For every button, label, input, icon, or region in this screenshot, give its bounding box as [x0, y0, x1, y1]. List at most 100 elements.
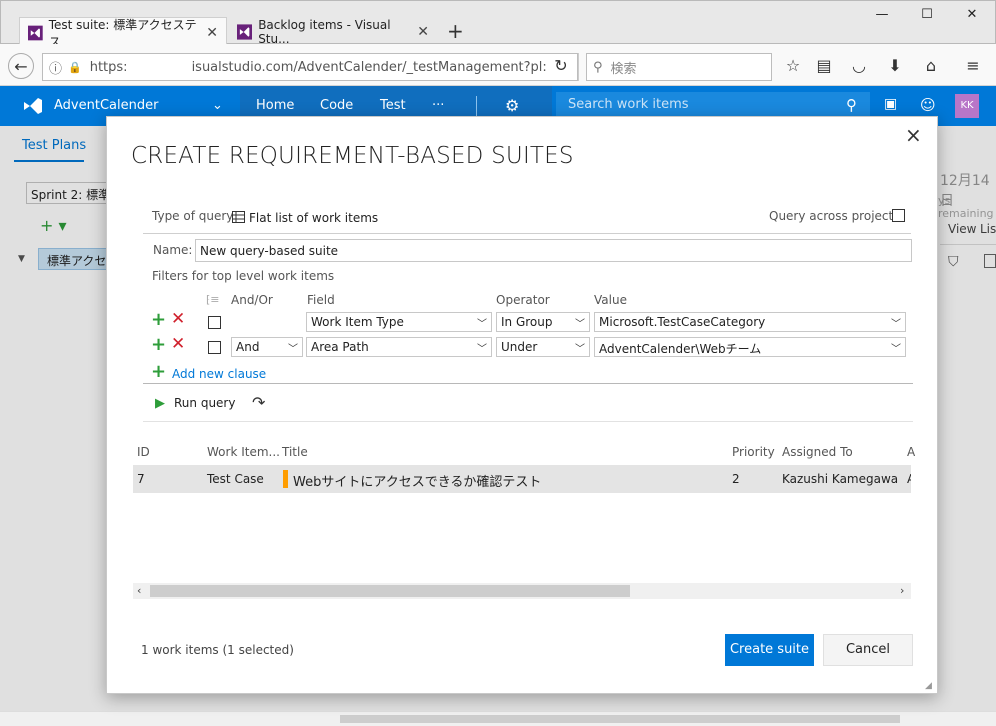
url-bar[interactable]: ⓘ 🔒 https: isualstudio.com/AdventCalende…	[42, 53, 579, 81]
close-icon[interactable]: ✕	[417, 24, 429, 40]
scrollbar-thumb[interactable]	[340, 715, 900, 723]
nav-more[interactable]: ···	[432, 98, 444, 113]
menu-icon[interactable]: ≡	[960, 53, 986, 79]
chevron-down-icon: ﹀	[288, 344, 298, 355]
close-icon[interactable]: ✕	[206, 25, 218, 41]
column-header-assigned-to[interactable]: Assigned To	[782, 445, 853, 459]
row-extra: A	[907, 472, 911, 486]
nav-code[interactable]: Code	[320, 98, 353, 113]
browser-titlebar: Test suite: 標準アクセステス... ✕ Backlog items …	[0, 0, 996, 49]
operator-select[interactable]: In Group ﹀	[496, 312, 590, 332]
chevron-down-icon: ﹀	[891, 344, 901, 355]
resize-grip-icon[interactable]: ◢	[925, 681, 932, 691]
chevron-down-icon[interactable]: ⌄	[212, 98, 223, 113]
clause-checkbox[interactable]	[208, 316, 221, 329]
redo-icon[interactable]: ↷	[252, 393, 265, 412]
smiley-icon[interactable]: ☺	[920, 96, 936, 114]
chevron-down-icon: ﹀	[575, 344, 585, 355]
test-case-color-bar	[283, 470, 288, 488]
visual-studio-icon	[237, 24, 253, 40]
table-row[interactable]: 7 Test Case Webサイトにアクセスできるか確認テスト 2 Kazus…	[133, 465, 911, 493]
flat-list-icon	[232, 211, 245, 226]
row-id: 7	[137, 472, 145, 486]
add-clause-icon[interactable]: +	[151, 309, 166, 330]
run-query-button[interactable]: Run query	[174, 396, 235, 410]
create-suites-dialog: × CREATE REQUIREMENT-BASED SUITES Type o…	[106, 116, 938, 694]
suite-name-input[interactable]	[195, 239, 912, 262]
scroll-left-icon[interactable]: ‹	[137, 584, 141, 597]
value-select[interactable]: Microsoft.TestCaseCategory ﹀	[594, 312, 906, 332]
group-clauses-icon[interactable]: ⁅≡	[206, 293, 220, 306]
home-icon[interactable]: ⌂	[918, 53, 944, 79]
query-type-label: Type of query	[152, 209, 234, 223]
bookmark-star-icon[interactable]: ☆	[780, 53, 806, 79]
reading-list-icon[interactable]: ▤	[811, 53, 837, 79]
query-across-checkbox[interactable]	[892, 209, 905, 222]
nav-home[interactable]: Home	[256, 98, 294, 113]
run-query-icon[interactable]: ▶	[155, 396, 165, 411]
query-type-selector[interactable]: Flat list of work items	[249, 211, 378, 225]
back-icon[interactable]: ←	[8, 53, 34, 79]
lock-icon: 🔒	[68, 60, 82, 74]
tab-backlog-items[interactable]: Backlog items - Visual Stu... ✕	[229, 17, 437, 47]
new-tab-button[interactable]: +	[447, 19, 464, 43]
search-icon[interactable]: ⚲	[846, 96, 857, 114]
row-assigned: Kazushi Kamegawa	[782, 472, 899, 486]
project-name[interactable]: AdventCalender	[54, 98, 158, 113]
search-placeholder: Search work items	[568, 97, 689, 112]
add-clause-icon[interactable]: +	[151, 334, 166, 355]
row-priority: 2	[732, 472, 740, 486]
column-header-id[interactable]: ID	[137, 445, 150, 459]
url-prefix: https:	[89, 59, 128, 75]
dialog-close-icon[interactable]: ×	[905, 123, 922, 147]
info-icon[interactable]: ⓘ	[49, 58, 62, 77]
tab-label: Backlog items - Visual Stu...	[258, 18, 391, 46]
value-header: Value	[594, 293, 627, 307]
andor-select[interactable]: And ﹀	[231, 337, 303, 357]
remove-clause-icon[interactable]: ✕	[171, 334, 185, 354]
create-suite-button[interactable]: Create suite	[725, 634, 814, 666]
row-title: Webサイトにアクセスできるか確認テスト	[293, 475, 542, 490]
window-close-icon[interactable]: ✕	[957, 7, 987, 27]
nav-test[interactable]: Test	[380, 98, 406, 113]
field-select[interactable]: Area Path ﹀	[306, 337, 492, 357]
column-header-work-item-type[interactable]: Work Item...	[207, 445, 280, 459]
add-icon[interactable]: +	[151, 361, 166, 382]
search-placeholder: 検索	[610, 61, 637, 77]
value-select[interactable]: AdventCalender\Webチーム ﹀	[594, 337, 906, 357]
scroll-right-icon[interactable]: ›	[900, 584, 904, 597]
pocket-icon[interactable]: ◡	[846, 53, 872, 79]
maximize-icon[interactable]: ☐	[912, 7, 942, 27]
download-icon[interactable]: ⬇	[882, 53, 908, 79]
chevron-down-icon: ﹀	[891, 319, 901, 330]
minimize-icon[interactable]: —	[867, 7, 897, 27]
search-icon: ⚲	[593, 59, 603, 75]
add-new-clause-link[interactable]: Add new clause	[172, 367, 266, 381]
avatar[interactable]: KK	[955, 94, 979, 118]
field-select[interactable]: Work Item Type ﹀	[306, 312, 492, 332]
name-label: Name:	[153, 243, 193, 257]
column-header-priority[interactable]: Priority	[732, 445, 775, 459]
reload-icon[interactable]: ↻	[548, 53, 574, 79]
browser-navbar: ← ⓘ 🔒 https: isualstudio.com/AdventCalen…	[0, 44, 996, 86]
scrollbar-thumb[interactable]	[150, 585, 630, 597]
cancel-button[interactable]: Cancel	[823, 634, 913, 666]
chevron-down-icon: ﹀	[477, 344, 487, 355]
browser-search-input[interactable]: ⚲ 検索	[586, 53, 772, 81]
shopping-bag-icon[interactable]: ▣	[884, 96, 897, 112]
operator-select[interactable]: Under ﹀	[496, 337, 590, 357]
operator-header: Operator	[496, 293, 550, 307]
remove-clause-icon[interactable]: ✕	[171, 309, 185, 329]
grid-horizontal-scrollbar[interactable]: ‹ ›	[133, 583, 911, 599]
column-header-title[interactable]: Title	[282, 445, 308, 459]
settings-gear-icon[interactable]: ⚙	[505, 96, 519, 115]
row-type: Test Case	[207, 472, 264, 486]
clause-checkbox[interactable]	[208, 341, 221, 354]
page-horizontal-scrollbar[interactable]	[0, 711, 996, 726]
tab-test-suite[interactable]: Test suite: 標準アクセステス... ✕	[19, 17, 227, 49]
results-header: ID Work Item... Title Priority Assigned …	[133, 445, 915, 461]
url-text: isualstudio.com/AdventCalender/_testMana…	[191, 59, 547, 75]
column-header-more[interactable]: A	[907, 445, 915, 459]
field-header: Field	[307, 293, 335, 307]
filters-label: Filters for top level work items	[152, 269, 335, 283]
